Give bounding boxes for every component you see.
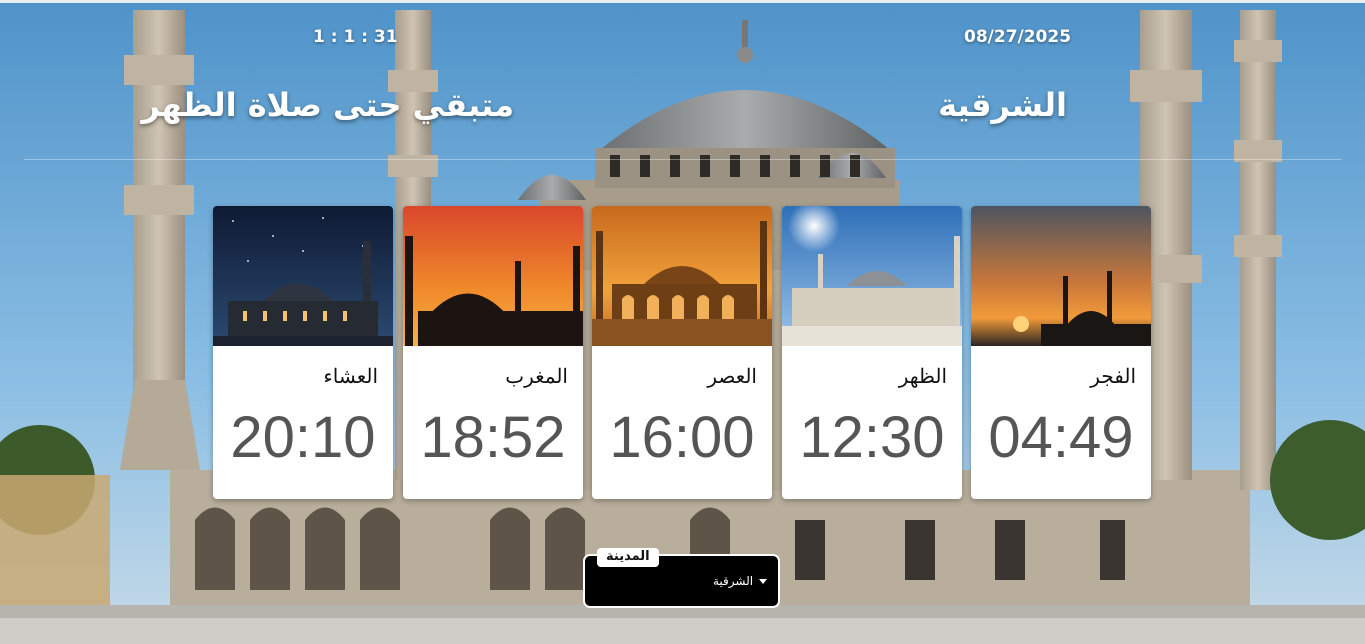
countdown-timer: 1 : 1 : 31 [313,27,398,47]
prayer-card-dhuhr: الظهر 12:30 [782,206,962,499]
prayer-cards: العشاء 20:10 المغرب 18:52 العصر 16:00 ال… [213,206,1151,499]
prayer-name: الفجر [1090,364,1136,388]
prayer-time: 04:49 [988,405,1134,470]
city-select-value: الشرقية [713,574,754,588]
city-select-label: المدينة [597,548,659,567]
city-select[interactable]: المدينة الشرقية [583,548,780,608]
prayer-card-asr: العصر 16:00 [592,206,772,499]
prayer-name: العصر [707,364,757,388]
prayer-card-fajr: الفجر 04:49 [971,206,1151,499]
current-date: 08/27/2025 [964,27,1072,47]
prayer-time: 12:30 [799,405,945,470]
afternoon-image [592,206,772,346]
prayer-name: الظهر [898,364,947,388]
prayer-time: 18:52 [420,405,566,470]
chevron-down-icon [759,579,767,584]
sunset-image [403,206,583,346]
prayer-name: المغرب [505,364,568,388]
prayer-name: العشاء [323,364,378,388]
midday-image [782,206,962,346]
city-title: الشرقية [938,86,1067,124]
prayer-time: 16:00 [609,405,755,470]
header-divider [24,159,1342,160]
countdown-label: متبقي حتى صلاة الظهر [141,86,514,124]
prayer-card-maghrib: المغرب 18:52 [403,206,583,499]
top-border [0,0,1365,3]
prayer-card-isha: العشاء 20:10 [213,206,393,499]
night-mosque-image [213,206,393,346]
prayer-time: 20:10 [230,405,376,470]
dawn-image [971,206,1151,346]
